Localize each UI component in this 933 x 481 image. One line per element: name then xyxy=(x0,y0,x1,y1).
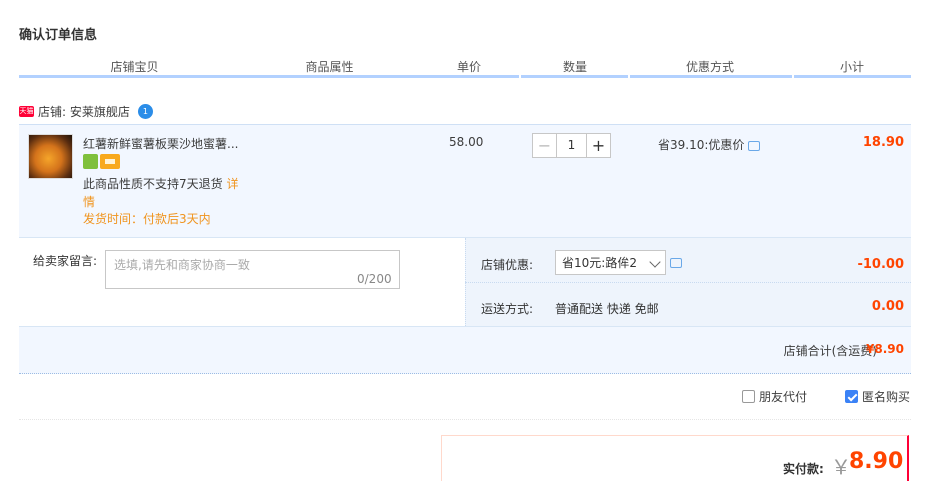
return-policy-notice: 此商品性质不支持7天退货 详情 xyxy=(83,175,248,211)
discount-info: 省39.10:优惠价 xyxy=(658,136,761,153)
discount-text: 省39.10:优惠价 xyxy=(658,138,745,152)
header-underline xyxy=(630,75,792,78)
card-payment-icon xyxy=(100,154,120,169)
seller-message-label: 给卖家留言: xyxy=(33,254,98,268)
product-thumbnail[interactable] xyxy=(28,134,73,179)
seller-message-input[interactable]: 选填,请先和商家协商一致 xyxy=(105,250,400,289)
shop-discount-selected: 省10元:路侔2 xyxy=(562,256,637,270)
return-policy-text: 此商品性质不支持7天退货 xyxy=(83,177,223,191)
product-title[interactable]: 红薯新鲜蜜薯板栗沙地蜜薯... xyxy=(83,135,238,152)
discount-info-icon[interactable] xyxy=(670,258,682,268)
item-subtotal: 18.90 xyxy=(862,135,904,150)
service-guarantee-icon xyxy=(83,154,98,169)
table-header: 店铺宝贝 商品属性 单价 数量 优惠方式 小计 xyxy=(19,58,911,76)
header-underline xyxy=(794,75,911,78)
divider xyxy=(19,419,911,420)
currency-symbol: ￥ xyxy=(831,455,851,479)
payment-amount: 8.90 xyxy=(849,449,904,474)
friend-pay-option[interactable]: 朋友代付 xyxy=(742,388,807,405)
quantity-increase-button[interactable]: + xyxy=(586,133,611,158)
shop-total-value: ¥8.90 xyxy=(866,342,904,356)
tmall-icon: 天猫 xyxy=(19,106,34,117)
ship-time: 发货时间：付款后3天内 xyxy=(83,212,211,226)
quantity-decrease-button[interactable]: − xyxy=(532,133,557,158)
anonymous-buy-option[interactable]: 匿名购买 xyxy=(845,388,910,405)
shipping-label: 运送方式: xyxy=(481,302,534,316)
shop-row: 天猫 店铺: 安莱旗舰店 1 xyxy=(19,103,153,120)
header-underline xyxy=(521,75,628,78)
friend-pay-checkbox[interactable] xyxy=(742,390,755,403)
column-header-discount: 优惠方式 xyxy=(685,60,734,74)
chevron-down-icon xyxy=(649,256,661,268)
service-icons xyxy=(83,154,120,169)
wangwang-chat-icon[interactable]: 1 xyxy=(137,104,153,119)
shop-discount-value: -10.00 xyxy=(857,257,904,272)
shipping-method: 普通配送 快递 免邮 xyxy=(555,302,659,316)
header-underline xyxy=(19,75,519,78)
friend-pay-label: 朋友代付 xyxy=(759,390,808,404)
column-header-price: 单价 xyxy=(456,60,481,74)
discount-info-icon[interactable] xyxy=(748,140,761,151)
column-header-quantity: 数量 xyxy=(562,60,587,74)
column-header-subtotal: 小计 xyxy=(839,60,864,74)
shop-discount-select[interactable]: 省10元:路侔2 xyxy=(555,250,666,275)
shipping-fee: 0.00 xyxy=(871,299,904,314)
divider xyxy=(465,282,911,283)
message-char-count: 0/200 xyxy=(357,272,392,286)
anonymous-buy-label: 匿名购买 xyxy=(862,390,911,404)
column-header-attributes: 商品属性 xyxy=(305,60,354,74)
page-title: 确认订单信息 xyxy=(19,28,98,43)
shop-total-band xyxy=(19,326,911,374)
unit-price: 58.00 xyxy=(449,135,484,149)
shop-total-label: 店铺合计(含运费) xyxy=(783,344,877,358)
shop-name[interactable]: 店铺: 安莱旗舰店 xyxy=(38,103,130,120)
quantity-input[interactable]: 1 xyxy=(557,133,586,158)
anonymous-buy-checkbox[interactable] xyxy=(845,390,858,403)
shop-discount-label: 店铺优惠: xyxy=(481,258,534,272)
payment-label: 实付款: xyxy=(783,462,824,476)
quantity-stepper: − 1 + xyxy=(532,133,611,158)
column-header-items: 店铺宝贝 xyxy=(110,60,159,74)
